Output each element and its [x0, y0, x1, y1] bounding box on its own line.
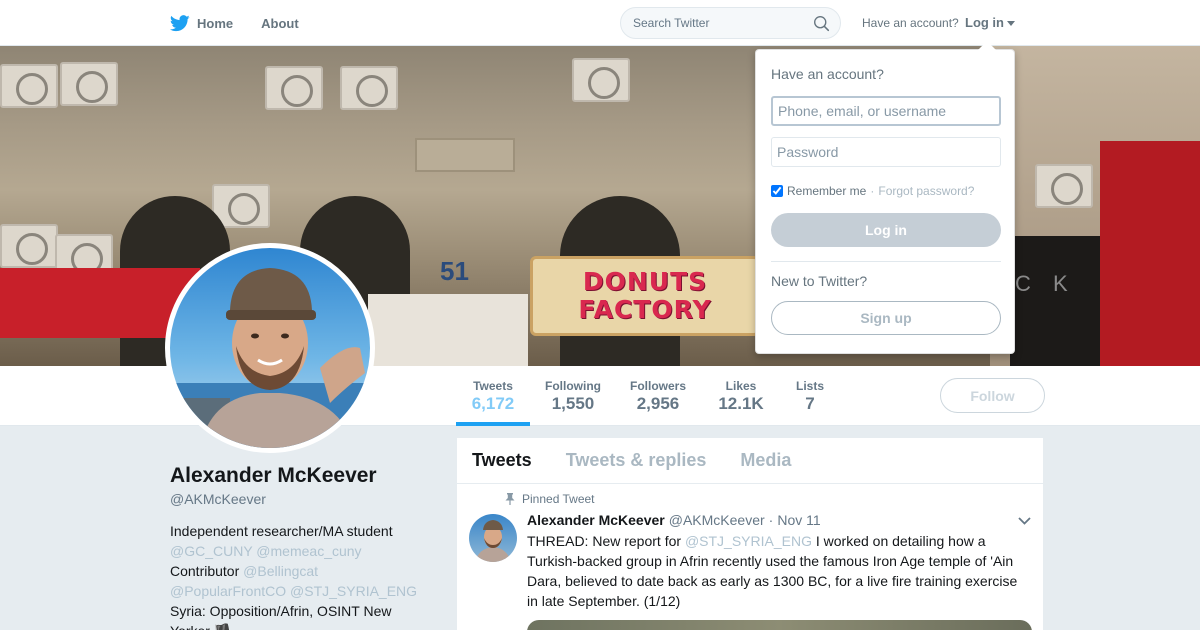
follow-button[interactable]: Follow — [940, 378, 1045, 413]
chevron-down-icon[interactable] — [1018, 517, 1031, 525]
search-input[interactable] — [633, 16, 803, 30]
tweet-author-name[interactable]: Alexander McKeever — [527, 512, 665, 528]
bio-line: Contributor @Bellingcat — [170, 561, 432, 581]
profile-handle[interactable]: @AKMcKeever — [170, 491, 266, 507]
password-field[interactable] — [771, 137, 1001, 167]
tweet-text-part: THREAD: New report for — [527, 533, 685, 549]
caret-down-icon — [1007, 20, 1015, 26]
stat-value: 7 — [805, 394, 815, 413]
bio-line: Independent researcher/MA student — [170, 523, 393, 539]
banner-ac-unit — [1035, 164, 1093, 208]
tweet-text: THREAD: New report for @STJ_SYRIA_ENG I … — [527, 531, 1032, 611]
tweet-avatar-photo — [475, 520, 511, 562]
new-to-twitter-text: New to Twitter? — [771, 273, 868, 289]
login-button[interactable]: Log in — [771, 213, 1001, 247]
stat-label: Followers — [629, 379, 686, 393]
tweet-timestamp[interactable]: Nov 11 — [777, 512, 820, 528]
bio-line: Yorker 🏴 — [170, 621, 432, 630]
tweet-author-handle[interactable]: @AKMcKeever — [669, 512, 765, 528]
timeline: Tweets Tweets & replies Media Pinned Twe… — [456, 437, 1044, 630]
banner-ac-unit — [0, 64, 58, 108]
remember-me-checkbox[interactable] — [771, 185, 783, 197]
stat-following[interactable]: Following 1,550 — [540, 366, 606, 426]
login-dropdown-title: Have an account? — [771, 66, 884, 82]
top-nav: Home About Have an account? Log in — [0, 0, 1200, 46]
remember-me-label[interactable]: Remember me — [787, 184, 866, 198]
banner-sign-factory: FACTORY — [578, 295, 712, 324]
banner-sign-number: 51 — [440, 256, 469, 286]
stat-tweets[interactable]: Tweets 6,172 — [456, 366, 530, 426]
banner-plaque — [415, 138, 515, 172]
tab-media[interactable]: Media — [740, 450, 791, 471]
tweet-mention[interactable]: @STJ_SYRIA_ENG — [685, 533, 812, 549]
stat-lists[interactable]: Lists 7 — [790, 366, 830, 426]
profile-name[interactable]: Alexander McKeever — [170, 464, 377, 488]
pinned-indicator: Pinned Tweet — [505, 492, 595, 506]
profile-avatar[interactable] — [165, 243, 375, 453]
profile-bio: Independent researcher/MA student @GC_CU… — [170, 521, 432, 630]
stat-likes[interactable]: Likes 12.1K — [712, 366, 770, 426]
nav-left: Home About — [170, 0, 299, 46]
home-link[interactable]: Home — [170, 14, 234, 32]
stat-label: Tweets — [473, 379, 513, 393]
stat-label: Following — [545, 379, 601, 393]
banner-dark-sign — [1010, 236, 1100, 366]
login-dropdown: Have an account? Remember me · Forgot pa… — [755, 41, 1015, 354]
home-label: Home — [197, 15, 234, 31]
search-icon[interactable] — [813, 15, 830, 32]
timeline-tabs: Tweets Tweets & replies Media — [457, 438, 1043, 484]
login-dropdown-toggle[interactable]: Log in — [965, 15, 1015, 30]
search-box[interactable] — [620, 7, 841, 39]
banner-ac-unit — [0, 224, 58, 268]
username-field[interactable] — [771, 96, 1001, 126]
banner-white-sign — [368, 294, 528, 366]
bio-text: Contributor — [170, 563, 240, 579]
stat-label: Lists — [795, 379, 824, 393]
remember-me-row: Remember me · Forgot password? — [771, 184, 974, 198]
signup-button[interactable]: Sign up — [771, 301, 1001, 335]
tweet-separator: · — [768, 512, 774, 528]
banner-sign-donuts: DONUTS — [582, 267, 708, 296]
stat-value: 12.1K — [718, 394, 764, 413]
about-link[interactable]: About — [261, 16, 299, 31]
stat-value: 6,172 — [471, 394, 515, 413]
stat-value: 2,956 — [636, 394, 680, 413]
divider — [771, 261, 1001, 262]
bio-mentions[interactable]: @GC_CUNY @memeac_cuny — [170, 541, 432, 561]
separator: · — [870, 184, 875, 198]
banner-ac-unit — [572, 58, 630, 102]
avatar-photo — [170, 268, 370, 448]
have-account-text: Have an account? — [862, 16, 959, 30]
bio-line: Syria: Opposition/Afrin, OSINT New — [170, 603, 392, 619]
forgot-password-link[interactable]: Forgot password? — [878, 184, 974, 198]
stat-label: Likes — [725, 379, 757, 393]
tweet-header: Alexander McKeever @AKMcKeever · Nov 11 — [527, 512, 821, 528]
login-toggle-label: Log in — [965, 15, 1004, 30]
stat-followers[interactable]: Followers 2,956 — [625, 366, 691, 426]
banner-sign-letters: C K — [1015, 271, 1076, 296]
banner-red-sign-right — [1100, 141, 1200, 366]
banner-ac-unit — [60, 62, 118, 106]
tab-tweets-replies[interactable]: Tweets & replies — [566, 450, 707, 471]
banner-ac-unit — [265, 66, 323, 110]
bio-mentions[interactable]: @PopularFrontCO @STJ_SYRIA_ENG — [170, 581, 432, 601]
pinned-label: Pinned Tweet — [522, 492, 595, 506]
tweet-media[interactable] — [527, 620, 1032, 630]
banner-ac-unit — [340, 66, 398, 110]
banner-donuts-sign: DONUTS FACTORY — [530, 256, 760, 336]
tab-tweets[interactable]: Tweets — [472, 450, 532, 471]
tweet-avatar[interactable] — [469, 514, 517, 562]
stat-value: 1,550 — [551, 394, 595, 413]
pin-icon — [505, 493, 515, 505]
bio-mention[interactable]: @Bellingcat — [243, 563, 318, 579]
twitter-bird-icon — [170, 14, 190, 31]
